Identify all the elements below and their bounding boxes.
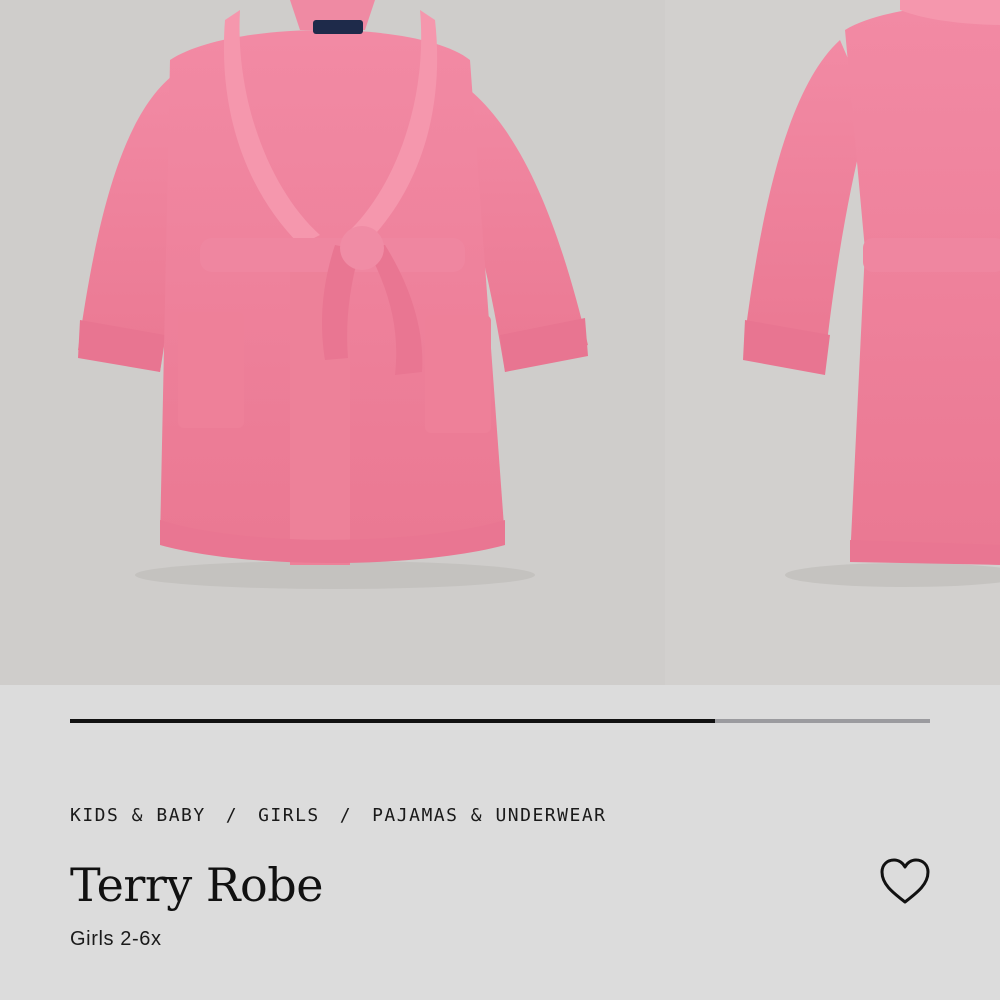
breadcrumb-separator: /: [339, 805, 353, 826]
product-image-side[interactable]: [665, 0, 1000, 685]
heart-icon: [880, 858, 930, 904]
breadcrumb: KIDS & BABY / GIRLS / PAJAMAS & UNDERWEA…: [70, 805, 607, 826]
product-title: Terry Robe: [70, 858, 323, 912]
pink-robe-front-image: [78, 0, 588, 589]
gallery-progress-fill: [70, 719, 715, 723]
gallery-progress-bar: [70, 719, 930, 723]
breadcrumb-item-pajamas-underwear[interactable]: PAJAMAS & UNDERWEAR: [372, 805, 606, 826]
breadcrumb-item-kids-baby[interactable]: KIDS & BABY: [70, 805, 206, 826]
product-subtitle: Girls 2-6x: [70, 928, 162, 950]
product-info-panel: [0, 685, 1000, 1000]
product-image-front[interactable]: [0, 0, 665, 685]
product-image-gallery[interactable]: [0, 0, 1000, 685]
breadcrumb-item-girls[interactable]: GIRLS: [258, 805, 320, 826]
pink-robe-side-image: [743, 0, 1000, 587]
wishlist-button[interactable]: [878, 856, 932, 908]
breadcrumb-separator: /: [225, 805, 239, 826]
